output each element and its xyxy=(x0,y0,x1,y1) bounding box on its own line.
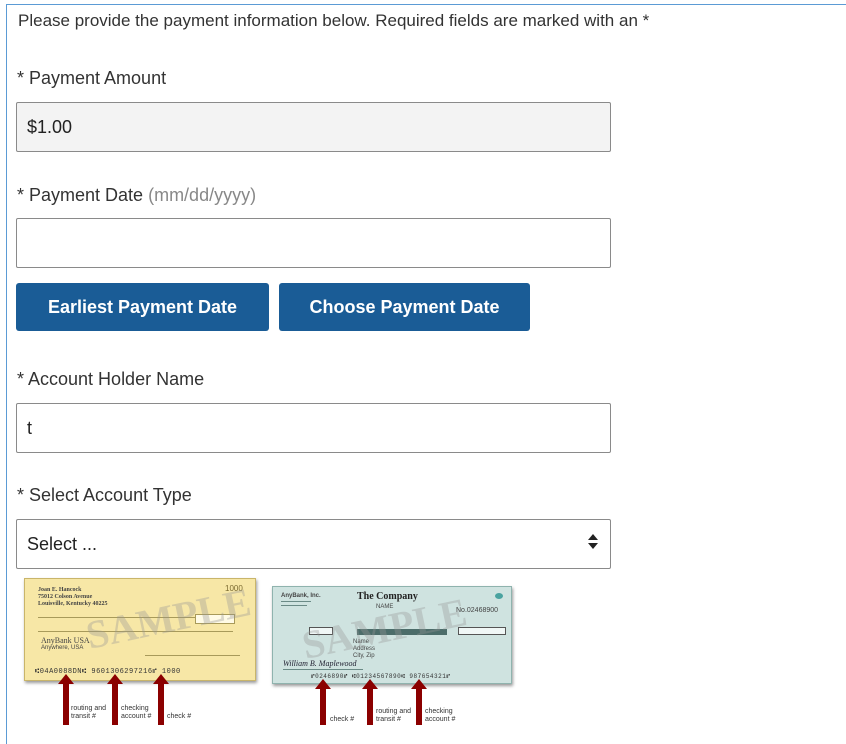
payment-date-format-hint: (mm/dd/yyyy) xyxy=(148,185,257,205)
check2-check-number-arrow xyxy=(315,679,331,725)
check1-routing-label: routing and transit # xyxy=(71,705,107,720)
check1-bank: AnyBank USA xyxy=(41,636,90,645)
form-intro: Please provide the payment information b… xyxy=(18,11,650,30)
check1-watermark: SAMPLE xyxy=(82,579,255,658)
check2-micr-line: ⑈0246890⑈ ⑆01234567890⑆ 987654321⑈ xyxy=(311,673,451,680)
check2-checking-arrow xyxy=(411,679,427,725)
payment-amount-input[interactable]: $1.00 xyxy=(16,102,611,152)
account-type-selected-value: Select ... xyxy=(27,534,98,554)
select-updown-icon xyxy=(588,534,598,554)
check1-name-line3: Louisville, Kentucky 40225 xyxy=(38,601,108,607)
business-check-image: AnyBank, Inc. The Company NAME No.024689… xyxy=(272,586,512,684)
personal-check-image: Joan E. Hancock 75012 Colson Avenue Loui… xyxy=(24,578,256,681)
check2-checking-label: checking account # xyxy=(425,708,456,723)
check2-check-label: check # xyxy=(330,716,355,723)
check1-checking-label: checking account # xyxy=(121,705,152,720)
check2-routing-arrow xyxy=(362,679,378,725)
check1-name-line1: Joan E. Hancock xyxy=(38,587,82,593)
payment-date-label: * Payment Date (mm/dd/yyyy) xyxy=(17,185,256,206)
earliest-payment-date-button[interactable]: Earliest Payment Date xyxy=(16,283,269,331)
payment-amount-label: * Payment Amount xyxy=(17,68,167,88)
check1-check-label: check # xyxy=(167,713,192,720)
check1-check-number-arrow xyxy=(153,674,169,725)
check1-routing-arrow xyxy=(58,674,74,725)
check1-checking-arrow xyxy=(107,674,123,725)
check1-bank-city: Anywhere, USA xyxy=(41,645,84,651)
choose-payment-date-button[interactable]: Choose Payment Date xyxy=(279,283,530,331)
account-holder-label: * Account Holder Name xyxy=(17,369,205,389)
check2-bank: AnyBank, Inc. xyxy=(281,593,321,599)
payment-date-label-text: * Payment Date xyxy=(17,185,144,205)
payment-date-input[interactable] xyxy=(16,218,611,268)
check2-logo-icon xyxy=(495,593,503,599)
check1-name-line2: 75012 Colson Avenue xyxy=(38,594,93,600)
account-type-select[interactable]: Select ... xyxy=(16,519,611,569)
account-type-label: * Select Account Type xyxy=(17,485,192,505)
check2-routing-label: routing and transit # xyxy=(376,708,412,723)
account-holder-input[interactable]: t xyxy=(16,403,611,453)
